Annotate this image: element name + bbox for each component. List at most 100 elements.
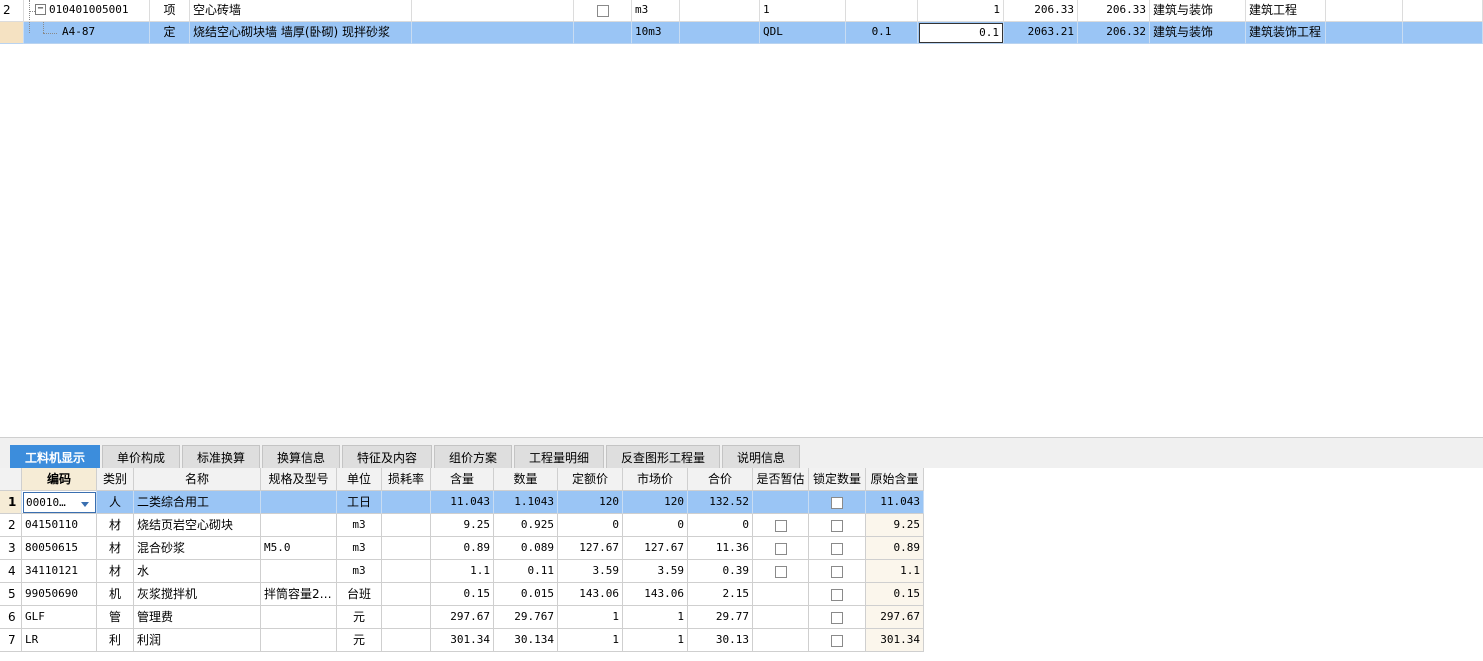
quantity-cell[interactable]: 0.1 — [918, 22, 1004, 44]
code-cell[interactable]: LR — [22, 629, 97, 652]
table-row[interactable]: 3 80050615 材 混合砂浆 M5.0 m3 0.89 0.089 127… — [0, 537, 924, 560]
total-cell[interactable]: 0.39 — [688, 560, 753, 583]
lock-cell[interactable] — [809, 514, 866, 537]
header-lock-quantity[interactable]: 锁定数量 — [809, 468, 866, 491]
market-price-cell[interactable]: 143.06 — [623, 583, 688, 606]
content-cell[interactable]: 0.15 — [431, 583, 494, 606]
lock-cell[interactable] — [809, 629, 866, 652]
total-cell[interactable]: 29.77 — [688, 606, 753, 629]
quota-price-cell[interactable]: 1 — [558, 606, 623, 629]
header-total[interactable]: 合价 — [688, 468, 753, 491]
lock-checkbox[interactable] — [831, 542, 843, 555]
type-cell[interactable]: 定 — [150, 22, 190, 44]
spec-cell[interactable]: 拌筒容量2… — [261, 583, 337, 606]
header-spec[interactable]: 规格及型号 — [261, 468, 337, 491]
provisional-cell[interactable] — [753, 514, 809, 537]
header-content[interactable]: 含量 — [431, 468, 494, 491]
name-cell[interactable]: 烧结页岩空心砌块 — [134, 514, 261, 537]
item-code-cell[interactable]: −010401005001 — [24, 0, 150, 22]
market-price-cell[interactable]: 0 — [623, 514, 688, 537]
spec-cell[interactable]: M5.0 — [261, 537, 337, 560]
project-cell[interactable]: 建筑装饰工程 — [1246, 22, 1326, 44]
name-cell[interactable]: 利润 — [134, 629, 261, 652]
content-cell[interactable]: 0.89 — [431, 537, 494, 560]
market-price-cell[interactable]: 120 — [623, 491, 688, 514]
unit-cell[interactable]: 元 — [337, 629, 382, 652]
name-cell[interactable]: 水 — [134, 560, 261, 583]
quantity-input[interactable]: 0.1 — [919, 23, 1003, 43]
loss-rate-cell[interactable] — [382, 560, 431, 583]
provisional-checkbox[interactable] — [774, 542, 787, 555]
table-row[interactable]: 2 04150110 材 烧结页岩空心砌块 m3 9.25 0.925 0 0 … — [0, 514, 924, 537]
quantity-cell[interactable]: 1.1043 — [494, 491, 558, 514]
tab-quantity-detail[interactable]: 工程量明细 — [514, 445, 604, 469]
code-cell[interactable]: GLF — [22, 606, 97, 629]
spec-cell[interactable] — [261, 629, 337, 652]
checkbox[interactable] — [596, 4, 609, 17]
header-quantity[interactable]: 数量 — [494, 468, 558, 491]
header-code[interactable]: 编码 — [22, 468, 97, 491]
blank-cell[interactable] — [1403, 0, 1483, 22]
content-cell[interactable]: 11.043 — [431, 491, 494, 514]
lock-cell[interactable] — [809, 606, 866, 629]
name-cell[interactable]: 灰浆搅拌机 — [134, 583, 261, 606]
blank-cell[interactable] — [1326, 0, 1403, 22]
tab-pricing-scheme[interactable]: 组价方案 — [434, 445, 512, 469]
header-name[interactable]: 名称 — [134, 468, 261, 491]
provisional-checkbox[interactable] — [774, 565, 787, 578]
project-cell[interactable]: 建筑工程 — [1246, 0, 1326, 22]
lock-cell[interactable] — [809, 537, 866, 560]
spec-cell[interactable] — [261, 514, 337, 537]
flag-cell[interactable] — [574, 0, 632, 22]
market-price-cell[interactable]: 1 — [623, 629, 688, 652]
rate-cell[interactable]: 0.1 — [846, 22, 918, 44]
name-cell[interactable]: 空心砖墙 — [190, 0, 412, 22]
header-category[interactable]: 类别 — [97, 468, 134, 491]
provisional-cell[interactable] — [753, 629, 809, 652]
category-cell[interactable]: 机 — [97, 583, 134, 606]
lock-checkbox[interactable] — [831, 588, 843, 601]
header-loss-rate[interactable]: 损耗率 — [382, 468, 431, 491]
table-row[interactable]: 4 34110121 材 水 m3 1.1 0.11 3.59 3.59 0.3… — [0, 560, 924, 583]
tab-labor-material-machine[interactable]: 工料机显示 — [10, 445, 100, 469]
table-row-selected[interactable]: A4-87 定 烧结空心砌块墙 墙厚(卧砌) 现拌砂浆 10m3 QDL 0.1… — [0, 22, 1483, 44]
unit-cell[interactable]: m3 — [337, 560, 382, 583]
provisional-checkbox[interactable] — [774, 519, 787, 532]
category-cell[interactable]: 利 — [97, 629, 134, 652]
spec-cell[interactable] — [412, 22, 574, 44]
total-cell[interactable]: 132.52 — [688, 491, 753, 514]
unit-cell[interactable]: 工日 — [337, 491, 382, 514]
loss-rate-cell[interactable] — [382, 537, 431, 560]
loss-rate-cell[interactable] — [382, 491, 431, 514]
total-cell[interactable]: 30.13 — [688, 629, 753, 652]
total-cell[interactable]: 206.32 — [1078, 22, 1150, 44]
provisional-cell[interactable] — [753, 491, 809, 514]
category-cell[interactable]: 人 — [97, 491, 134, 514]
lock-checkbox[interactable] — [831, 519, 843, 532]
spec-cell[interactable] — [261, 606, 337, 629]
header-unit[interactable]: 单位 — [337, 468, 382, 491]
quantity-cell[interactable]: 0.925 — [494, 514, 558, 537]
tab-conversion-info[interactable]: 换算信息 — [262, 445, 340, 469]
unit-cell[interactable]: 10m3 — [632, 22, 680, 44]
blank-cell[interactable] — [1326, 22, 1403, 44]
provisional-cell[interactable] — [753, 537, 809, 560]
spec-cell[interactable] — [412, 0, 574, 22]
quota-price-cell[interactable]: 3.59 — [558, 560, 623, 583]
quantity-cell[interactable]: 0.11 — [494, 560, 558, 583]
price-cell[interactable]: 2063.21 — [1004, 22, 1078, 44]
name-cell[interactable]: 管理费 — [134, 606, 261, 629]
loss-rate-cell[interactable] — [382, 514, 431, 537]
tab-description[interactable]: 说明信息 — [722, 445, 800, 469]
blank-cell[interactable] — [1403, 22, 1483, 44]
content-cell[interactable]: 1.1 — [431, 560, 494, 583]
flag-cell[interactable] — [574, 22, 632, 44]
quota-price-cell[interactable]: 0 — [558, 514, 623, 537]
quantity-cell[interactable]: 1 — [918, 0, 1004, 22]
price-cell[interactable]: 206.33 — [1004, 0, 1078, 22]
category-cell[interactable]: 材 — [97, 537, 134, 560]
header-original-content[interactable]: 原始含量 — [866, 468, 924, 491]
tab-reverse-graphic-quantity[interactable]: 反查图形工程量 — [606, 445, 720, 469]
category-cell[interactable]: 管 — [97, 606, 134, 629]
provisional-cell[interactable] — [753, 583, 809, 606]
